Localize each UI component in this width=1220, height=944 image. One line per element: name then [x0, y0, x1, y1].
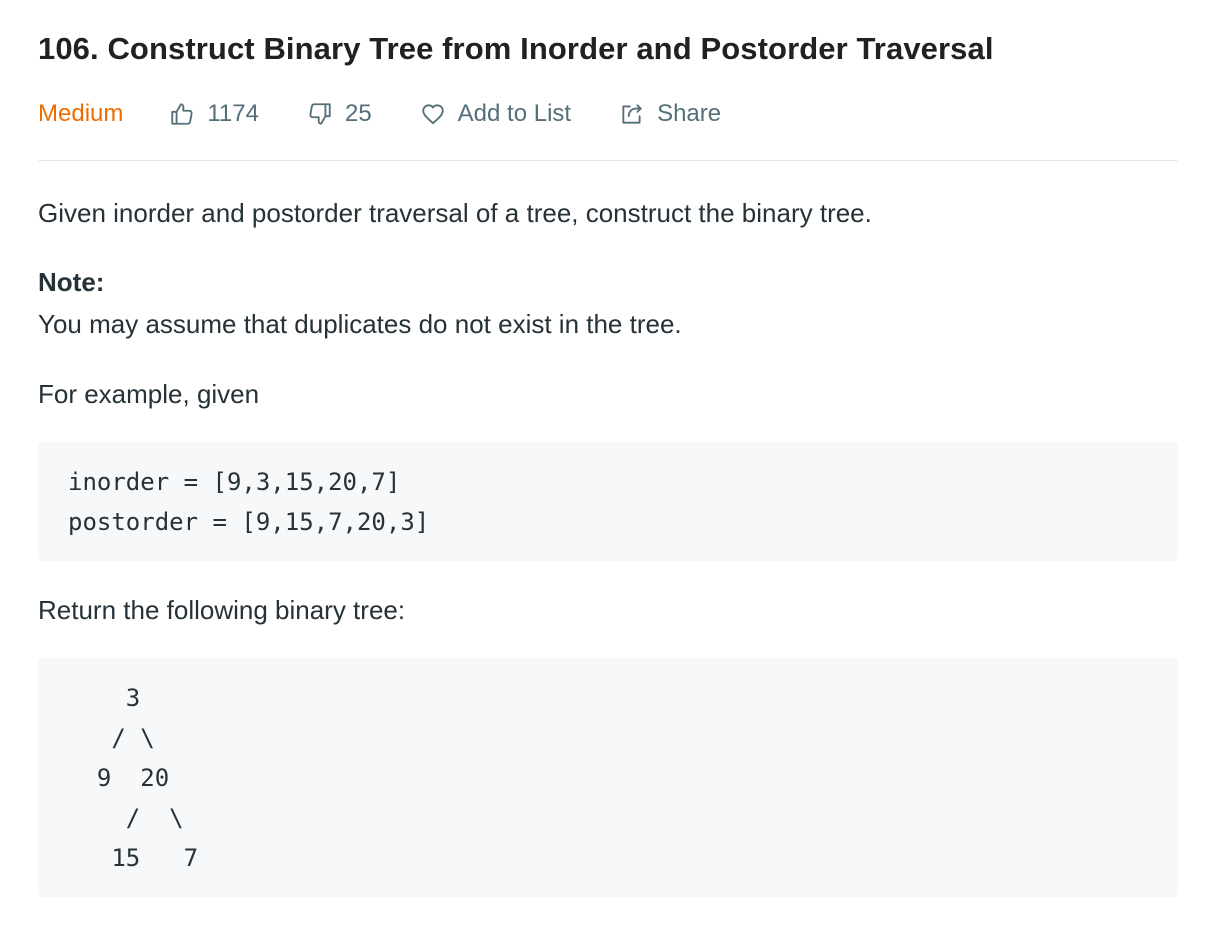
problem-meta-bar: Medium 1174 25 Add to List Share: [38, 95, 769, 133]
tree-line-level-two-branches: / \: [68, 804, 184, 832]
example-code-block: inorder = [9,3,15,20,7] postorder = [9,15…: [38, 442, 1178, 561]
tree-line-level-two: 9 20: [68, 764, 170, 792]
add-to-list-label: Add to List: [457, 100, 572, 127]
difficulty-label: Medium: [38, 100, 124, 127]
add-to-list-button[interactable]: Add to List: [420, 100, 571, 128]
tree-line-root: 3: [68, 684, 141, 712]
example-label: For example, given: [38, 379, 260, 409]
like-button[interactable]: 1174: [169, 100, 259, 128]
heart-icon: [422, 104, 444, 125]
dislikes-count: 25: [344, 100, 372, 127]
likes-count: 1174: [207, 100, 259, 127]
return-label: Return the following binary tree:: [38, 595, 406, 625]
problem-page: 106. Construct Binary Tree from Inorder …: [0, 0, 1220, 944]
share-label: Share: [657, 100, 722, 127]
problem-title: 106. Construct Binary Tree from Inorder …: [38, 31, 994, 66]
thumbs-down-icon: [309, 103, 331, 125]
header-divider: [38, 160, 1178, 161]
thumbs-up-icon: [171, 103, 193, 125]
tree-line-leaves: 15 7: [68, 844, 199, 872]
note-heading: Note:: [38, 267, 105, 297]
problem-intro: Given inorder and postorder traversal of…: [38, 198, 872, 228]
code-line-postorder: postorder = [9,15,7,20,3]: [68, 508, 430, 536]
tree-line-root-branches: / \: [68, 724, 155, 752]
share-button[interactable]: Share: [619, 100, 721, 128]
share-icon: [622, 104, 642, 124]
dislike-button[interactable]: 25: [307, 100, 372, 128]
note-text: You may assume that duplicates do not ex…: [38, 309, 682, 339]
code-line-inorder: inorder = [9,3,15,20,7]: [68, 468, 401, 496]
tree-code-block: 3 / \ 9 20 / \ 15 7: [38, 658, 1178, 897]
